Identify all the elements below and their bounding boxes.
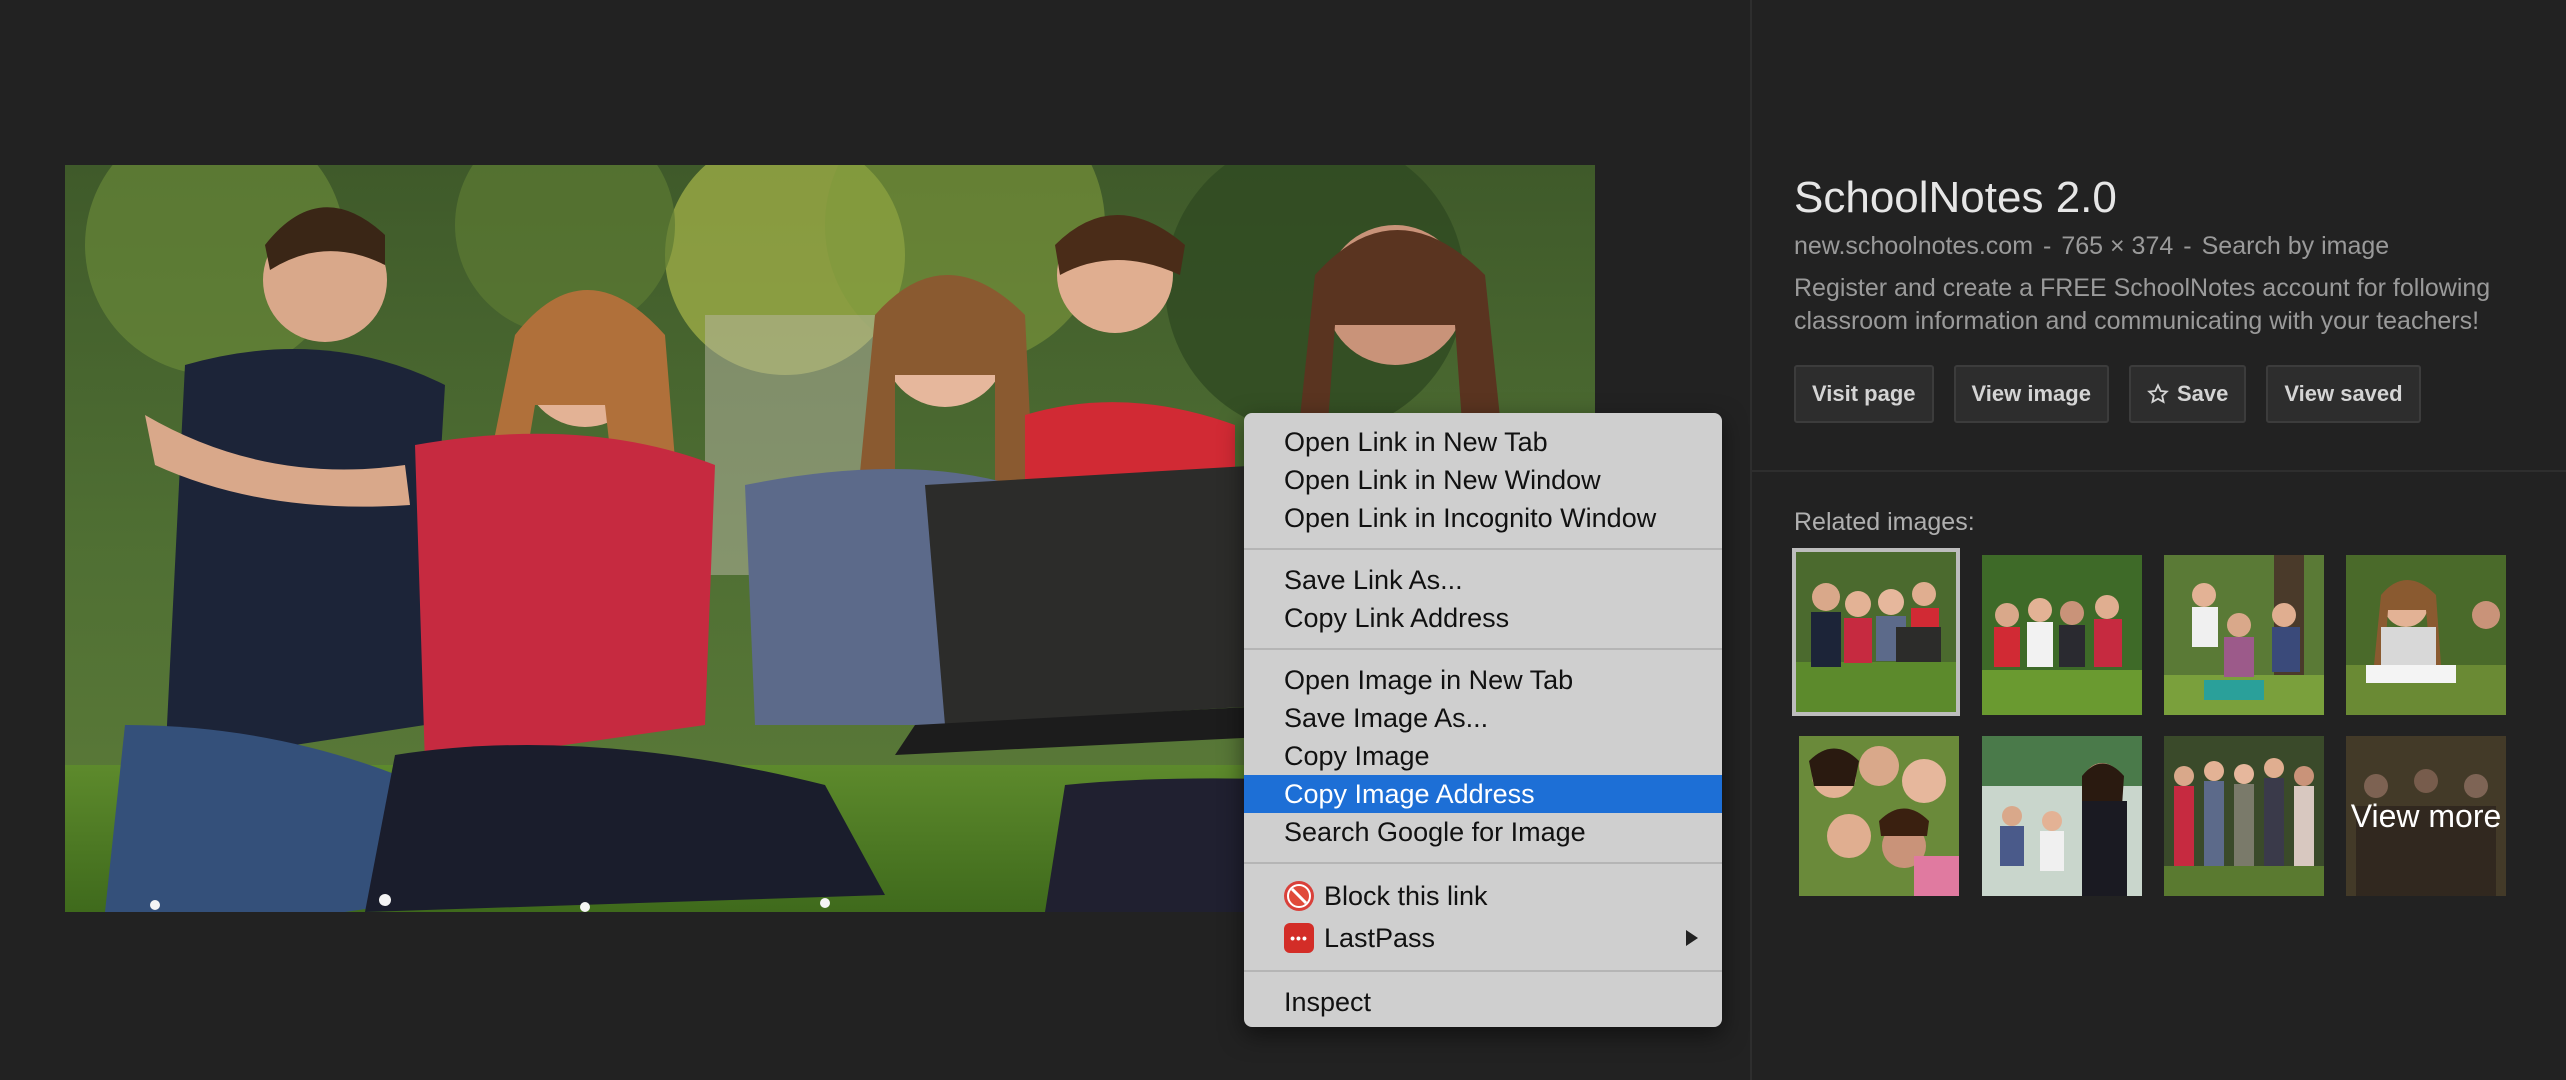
result-description: Register and create a FREE SchoolNotes a… — [1794, 274, 2491, 335]
action-buttons: Visit page View image Save View saved — [1794, 365, 2421, 427]
menu-save-link-as[interactable]: Save Link As... — [1244, 561, 1722, 599]
save-button[interactable]: Save — [2128, 365, 2247, 423]
block-icon — [1284, 881, 1314, 911]
menu-open-link-new-window[interactable]: Open Link in New Window — [1244, 461, 1722, 499]
result-title[interactable]: SchoolNotes 2.0 — [1794, 170, 2534, 226]
panel-divider — [1750, 0, 1752, 1080]
result-info-panel: SchoolNotes 2.0 new.schoolnotes.com -765 … — [1794, 170, 2534, 338]
context-menu: Open Link in New Tab Open Link in New Wi… — [1244, 413, 1722, 1027]
result-domain[interactable]: new.schoolnotes.com — [1794, 232, 2033, 260]
submenu-arrow-icon — [1684, 917, 1700, 974]
visit-page-label: Visit page — [1812, 381, 1916, 406]
section-divider — [1752, 470, 2566, 472]
menu-open-link-new-tab[interactable]: Open Link in New Tab — [1244, 423, 1722, 461]
menu-block-this-link[interactable]: Block this link — [1244, 875, 1722, 917]
menu-separator — [1244, 648, 1722, 650]
menu-separator — [1244, 862, 1722, 864]
meta-separator: - — [2043, 232, 2052, 260]
visit-page-button[interactable]: Visit page — [1794, 365, 1934, 423]
menu-separator — [1244, 970, 1722, 972]
image-viewer-page: SchoolNotes 2.0 new.schoolnotes.com -765 … — [0, 0, 2566, 1080]
related-thumbnail[interactable] — [2164, 555, 2324, 715]
menu-copy-image-address[interactable]: Copy Image Address — [1244, 775, 1722, 813]
menu-lastpass[interactable]: ••• LastPass — [1244, 917, 1722, 959]
related-thumbnail[interactable] — [2164, 736, 2324, 896]
result-dimensions: 765 × 374 — [2061, 232, 2174, 260]
view-image-label: View image — [1971, 381, 2091, 406]
menu-inspect[interactable]: Inspect — [1244, 983, 1722, 1021]
search-by-image-link[interactable]: Search by image — [2202, 232, 2390, 260]
lastpass-label: LastPass — [1324, 923, 1436, 953]
menu-search-google-image[interactable]: Search Google for Image — [1244, 813, 1722, 851]
menu-copy-link-address[interactable]: Copy Link Address — [1244, 599, 1722, 637]
related-thumbnail[interactable] — [1799, 736, 1959, 896]
meta-separator: - — [2183, 232, 2192, 260]
save-label: Save — [2176, 381, 2229, 406]
star-icon — [2147, 383, 2169, 404]
view-more-thumbnail[interactable]: View more — [2346, 736, 2506, 896]
menu-open-link-incognito[interactable]: Open Link in Incognito Window — [1244, 499, 1722, 537]
menu-separator — [1244, 548, 1722, 550]
related-thumbnail[interactable] — [1982, 736, 2142, 896]
menu-copy-image[interactable]: Copy Image — [1244, 737, 1722, 775]
related-images-label: Related images: — [1794, 508, 1975, 536]
menu-open-image-new-tab[interactable]: Open Image in New Tab — [1244, 661, 1722, 699]
block-this-link-label: Block this link — [1324, 881, 1488, 911]
view-more-label[interactable]: View more — [2346, 736, 2506, 896]
result-meta: new.schoolnotes.com -765 × 374- Search by … — [1794, 230, 2534, 262]
view-image-button[interactable]: View image — [1953, 365, 2109, 423]
lastpass-icon: ••• — [1284, 923, 1314, 953]
related-thumbnail[interactable] — [1982, 555, 2142, 715]
menu-save-image-as[interactable]: Save Image As... — [1244, 699, 1722, 737]
related-thumbnail[interactable] — [2346, 555, 2506, 715]
view-saved-button[interactable]: View saved — [2266, 365, 2421, 423]
view-saved-label: View saved — [2284, 381, 2403, 406]
related-thumbnail[interactable] — [1792, 548, 1960, 716]
